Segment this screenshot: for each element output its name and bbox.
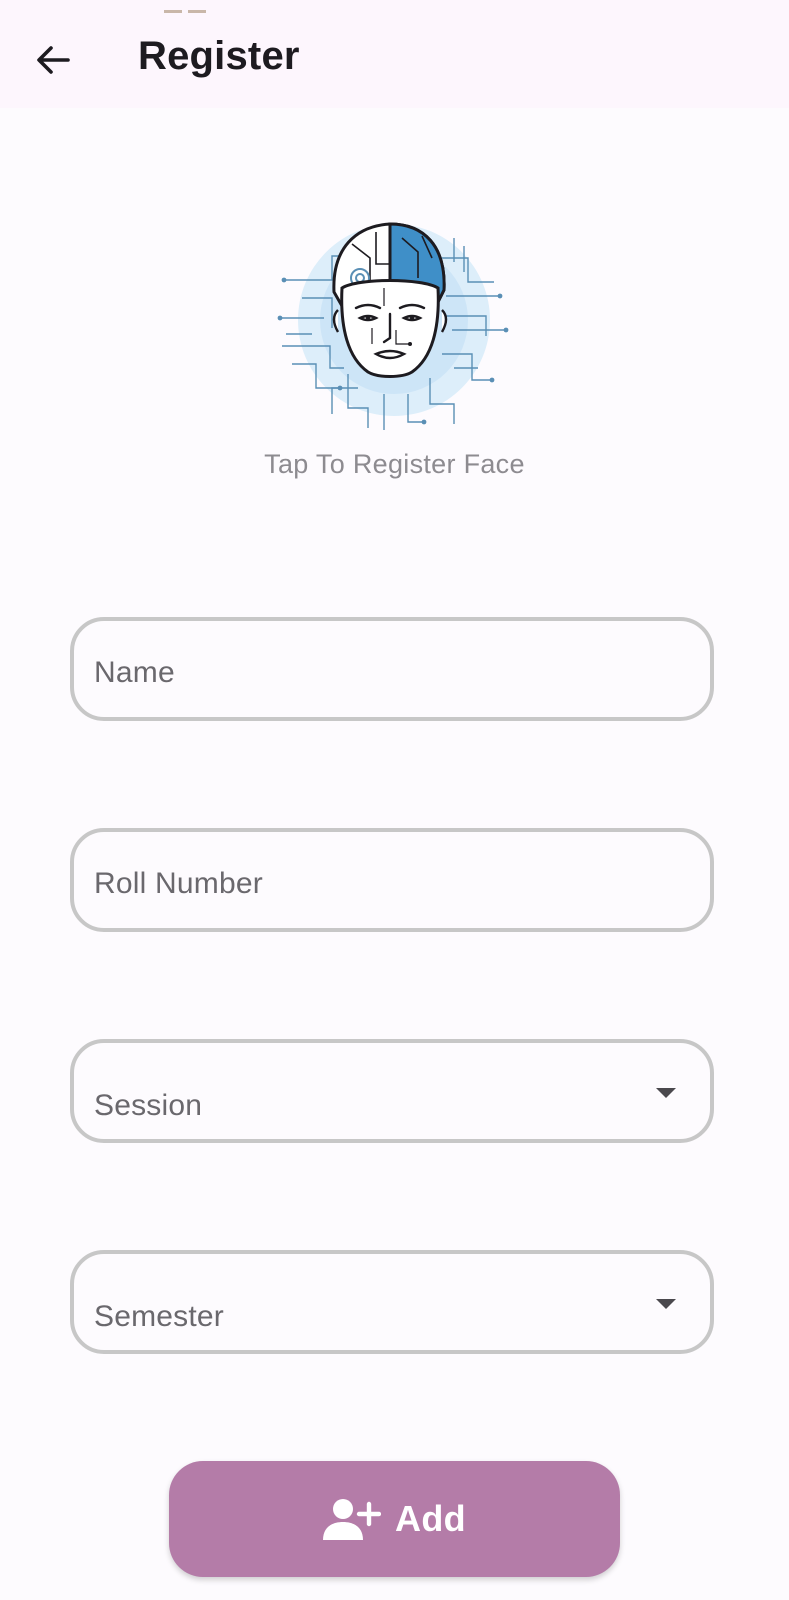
name-placeholder: Name <box>94 656 175 689</box>
session-dropdown[interactable]: Session <box>70 1039 714 1143</box>
add-button[interactable]: Add <box>169 1461 620 1577</box>
back-button[interactable] <box>24 36 82 84</box>
roll-number-placeholder: Roll Number <box>94 867 263 900</box>
face-circuit-illustration <box>277 222 509 430</box>
dropdown-caret-icon <box>656 1088 676 1098</box>
register-face-button[interactable] <box>272 218 512 440</box>
roll-number-field[interactable]: Roll Number <box>70 828 714 932</box>
register-face-caption: Tap To Register Face <box>264 449 525 479</box>
dropdown-caret-icon <box>656 1299 676 1309</box>
app-bar: Register <box>0 0 789 108</box>
page-title: Register <box>138 34 300 78</box>
add-button-label: Add <box>395 1498 466 1539</box>
session-label: Session <box>94 1089 203 1122</box>
name-field[interactable]: Name <box>70 617 714 721</box>
semester-dropdown[interactable]: Semester <box>70 1250 714 1354</box>
person-add-icon <box>323 1499 382 1540</box>
semester-label: Semester <box>94 1300 224 1333</box>
arrow-left-icon <box>37 46 70 74</box>
status-bar-remnant <box>164 0 220 13</box>
